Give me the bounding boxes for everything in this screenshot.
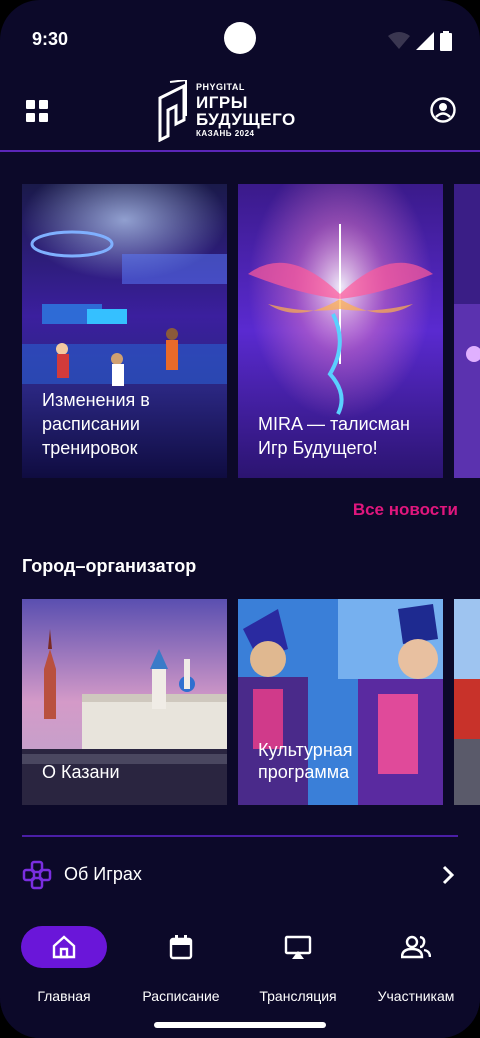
menu-grid-icon[interactable] [26,100,48,122]
city-card[interactable]: Культурная программа [238,599,443,805]
bottom-navigation: Главная Расписание Трансляция Участникам [0,912,480,1038]
section-divider [22,835,458,837]
camera-cutout [224,22,256,54]
news-card[interactable]: Изменения в расписании тренировок [22,184,227,478]
nav-schedule-label: Расписание [142,988,220,1004]
signal-icon [416,32,434,50]
nav-broadcast-label: Трансляция [259,988,337,1004]
phone-screen: 9:30 PHYGITAL ИГРЫ БУДУЩЕГО КАЗАНЬ 2024 … [0,0,480,1038]
news-card[interactable]: MIRA — талисман Игр Будущего! [238,184,443,478]
system-icons [388,30,452,52]
city-carousel[interactable]: О Казани Культурная программа [22,599,480,805]
logo-phygital: PHYGITAL [196,82,245,92]
news-carousel[interactable]: Изменения в расписании тренировок MIRA —… [22,184,480,478]
app-header: PHYGITAL ИГРЫ БУДУЩЕГО КАЗАНЬ 2024 [0,80,480,150]
home-icon [52,935,76,959]
nav-participants[interactable]: Участникам [356,926,476,1006]
games-of-future-logo: PHYGITAL ИГРЫ БУДУЩЕГО КАЗАНЬ 2024 [156,80,326,142]
logo-line2: БУДУЩЕГО [196,110,296,129]
nav-broadcast[interactable]: Трансляция [238,926,358,1006]
city-section-title: Город–организатор [22,556,197,576]
news-card-title: Изменения в расписании тренировок [42,390,150,458]
header-divider [0,150,480,152]
wifi-icon [388,32,410,49]
nav-home-label: Главная [37,988,91,1004]
gamepad-icon [22,860,52,890]
chevron-right-icon [442,865,455,885]
all-news-link[interactable]: Все новости [353,500,458,520]
logo-city-year: КАЗАНЬ 2024 [196,129,255,138]
people-icon [401,935,431,959]
logo-mark-icon [158,80,187,142]
nav-participants-label: Участникам [377,988,455,1004]
about-games-label: Об Играх [64,864,142,884]
city-card-title: Культурная программа [258,740,353,782]
logo-line1: ИГРЫ [196,93,248,112]
nav-schedule[interactable]: Расписание [121,926,241,1006]
city-bus-image [454,599,480,805]
news-image-concert [454,184,480,478]
status-time: 9:30 [32,29,69,49]
city-card[interactable]: О Казани [22,599,227,805]
profile-icon[interactable] [430,97,456,123]
home-indicator[interactable] [154,1022,326,1028]
battery-icon [440,31,452,51]
calendar-icon [169,935,193,960]
city-card-peek[interactable] [454,599,480,805]
cast-icon [284,935,312,959]
city-card-title: О Казани [42,762,120,782]
status-bar: 9:30 [0,0,480,80]
about-games-row[interactable]: Об Играх [22,852,458,898]
nav-home[interactable]: Главная [4,926,124,1006]
news-card-title: MIRA — талисман Игр Будущего! [258,414,410,458]
news-card-peek[interactable] [454,184,480,478]
